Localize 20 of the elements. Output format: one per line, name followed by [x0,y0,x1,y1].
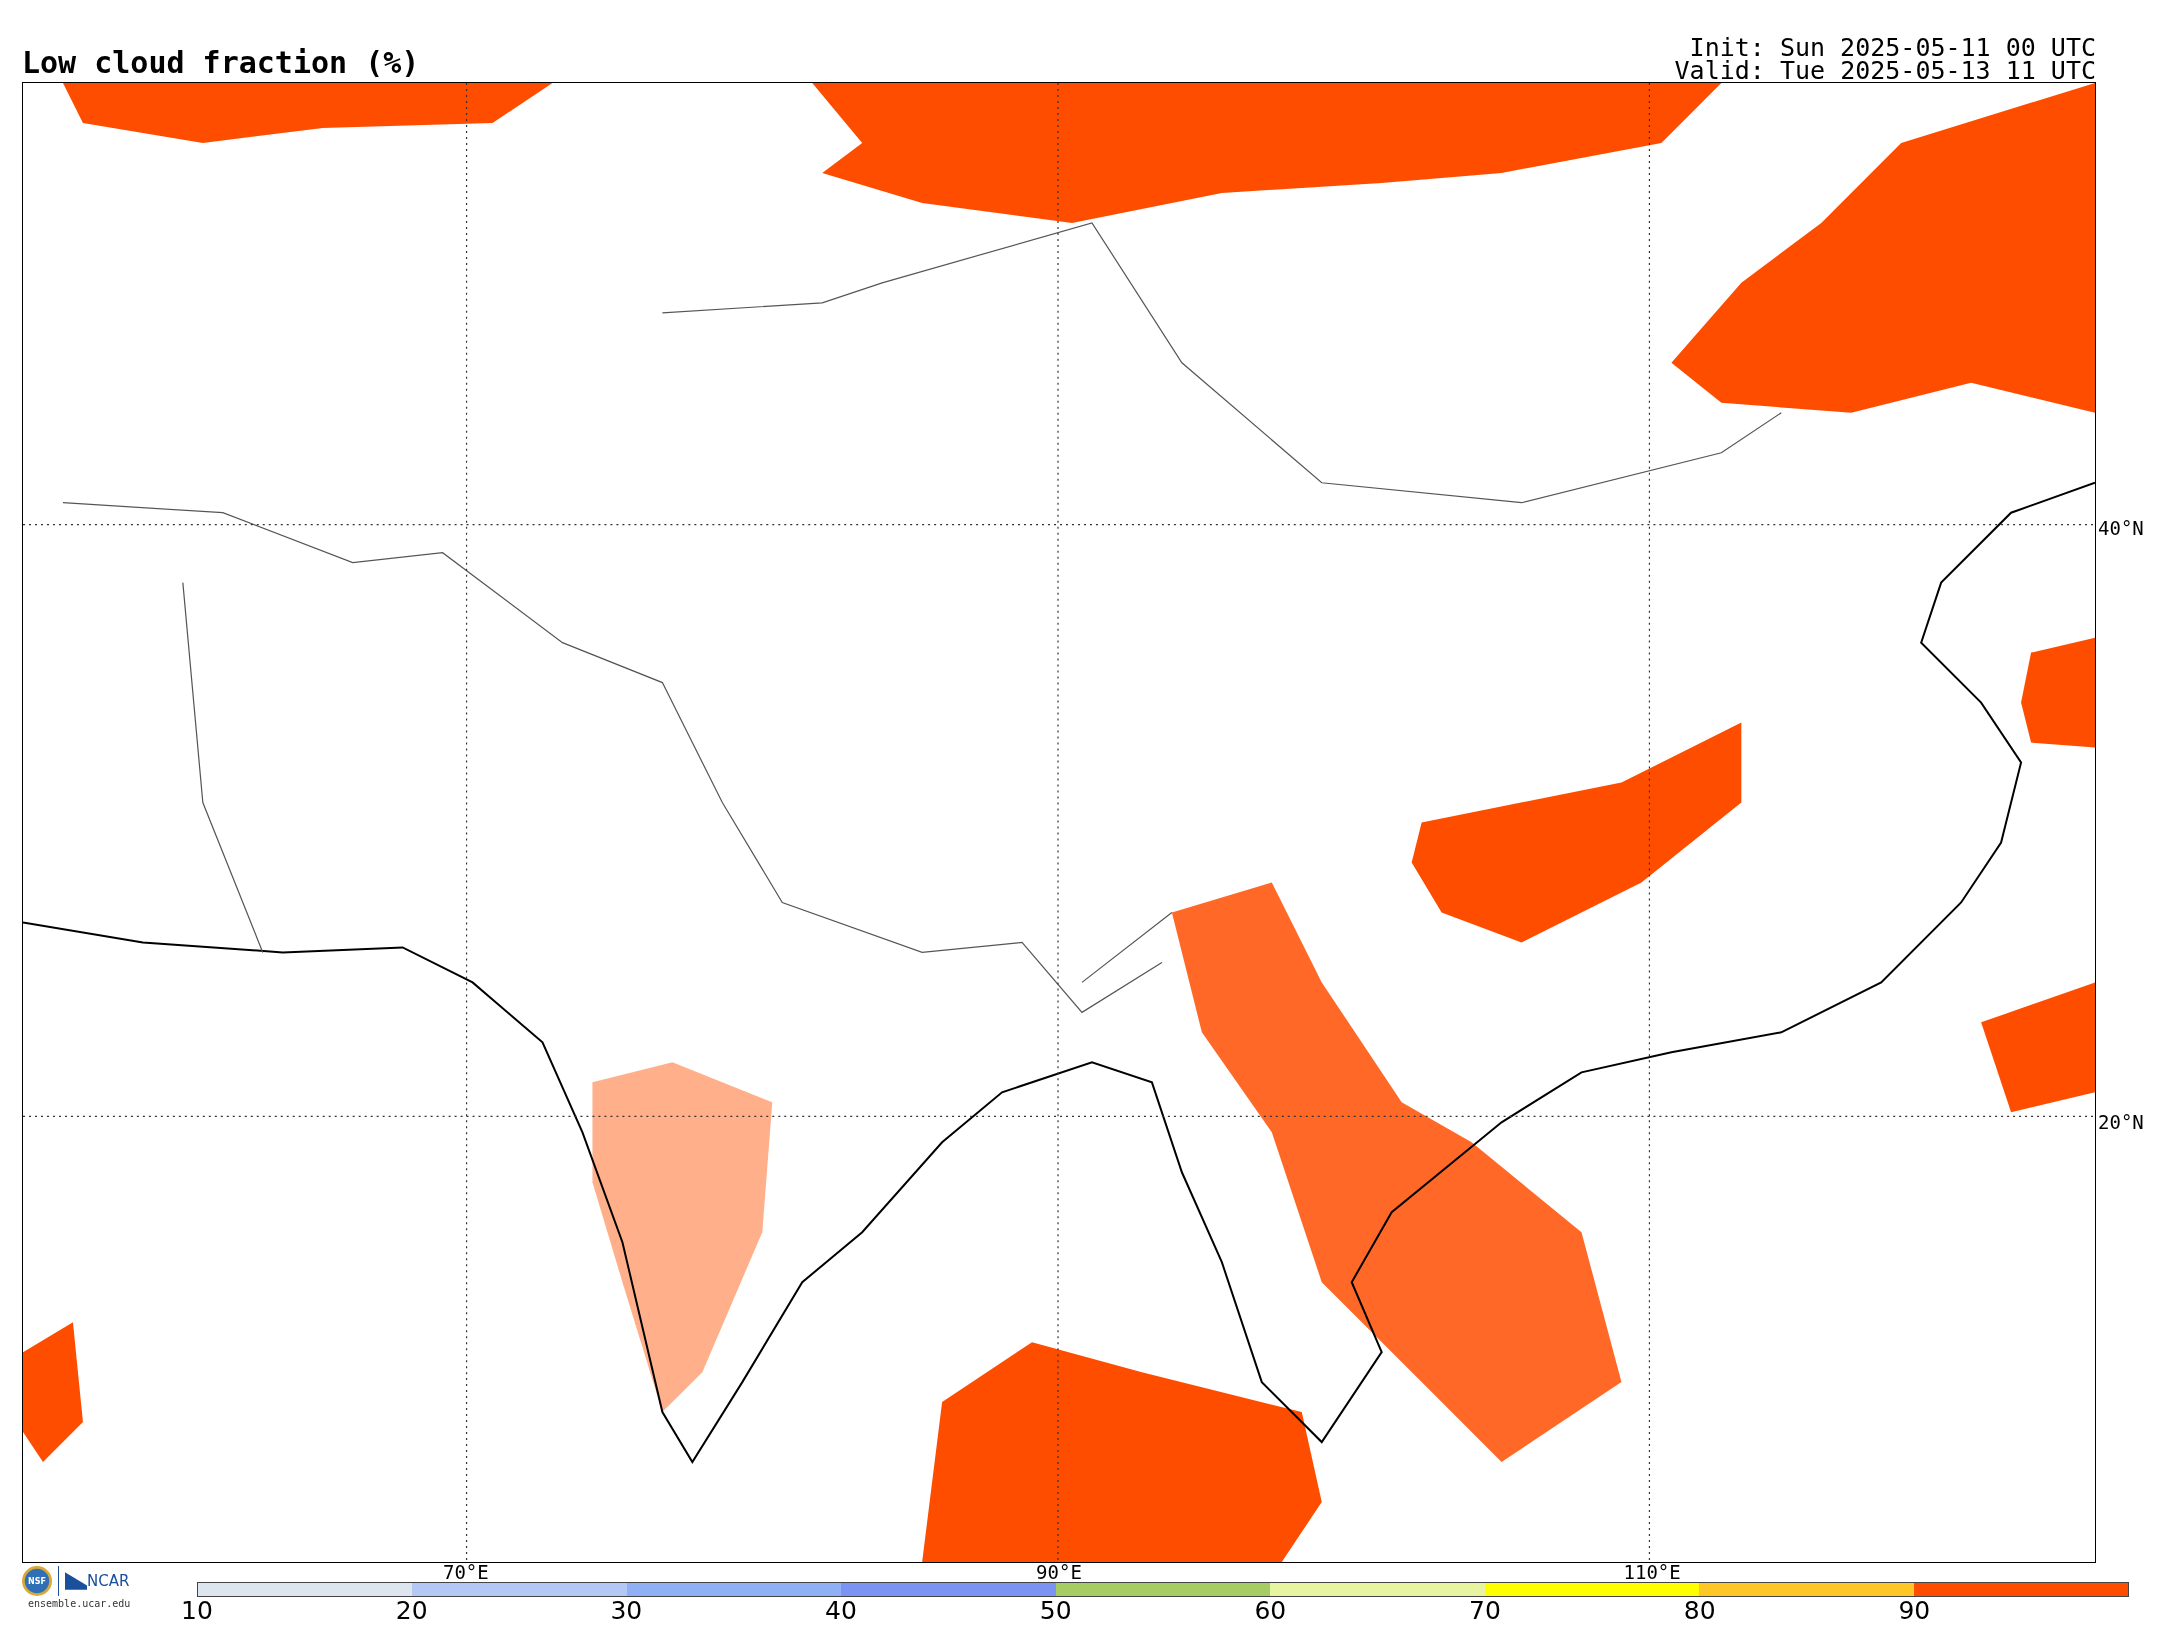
longitude-label: 110°E [1623,1563,1681,1582]
longitude-label: 90°E [1036,1563,1082,1582]
chart-title: Low cloud fraction (%) [22,46,420,82]
colorbar-tick-label: 60 [1254,1598,1287,1624]
longitude-label: 70°E [442,1563,489,1582]
latitude-label: 40°N [2098,516,2144,539]
colorbar-tick-label: 10 [181,1598,213,1624]
ncar-logo: NCAR [65,1572,130,1590]
colorbar-tick-label: 40 [825,1598,857,1624]
valid-time: Valid: Tue 2025-05-13 11 UTC [1674,59,2096,82]
website-text: ensemble.ucar.edu [27,1598,131,1609]
colorbar-tick-label: 50 [1039,1598,1072,1624]
nsf-logo: NSF [22,1566,52,1596]
colorbar-tick-label: 20 [395,1598,428,1624]
latitude-label: 20°N [2098,1110,2144,1133]
init-time: Init: Sun 2025-05-11 00 UTC [1689,36,2096,59]
colorbar-tick-label: 80 [1683,1598,1716,1624]
colorbar-tick-label: 70 [1469,1598,1501,1624]
colorbar-tick-label: 90 [1898,1598,1931,1624]
colorbar-tick-label: 30 [610,1598,643,1624]
